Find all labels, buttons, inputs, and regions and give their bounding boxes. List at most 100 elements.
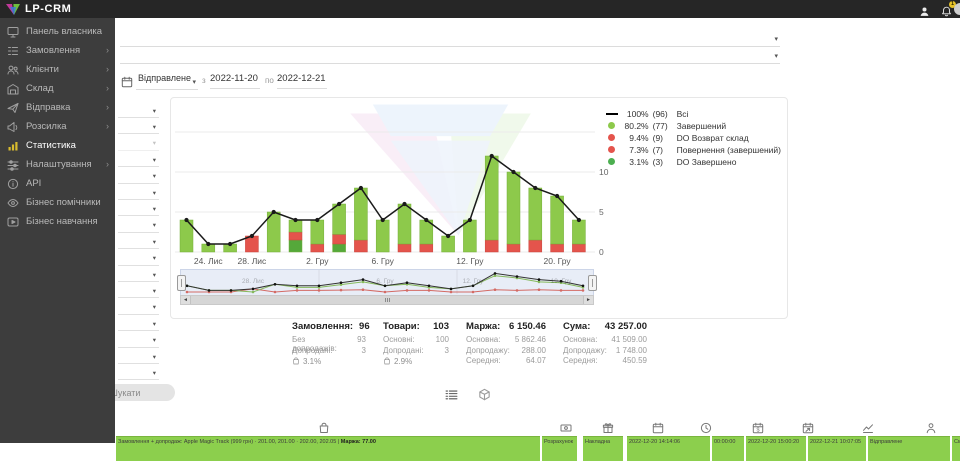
stat-title: Маржа:6 150.46	[466, 321, 546, 332]
table-cell[interactable]: Замовлення + допродаж: Apple Magic Track…	[116, 436, 540, 461]
navigator-left-handle[interactable]	[177, 275, 186, 291]
banknote-icon[interactable]	[560, 421, 572, 433]
date-type-select[interactable]: Відправлене ▾	[136, 73, 198, 90]
sidebar-item-settings[interactable]: Налаштування ›	[0, 155, 115, 174]
navigator-axis-label: 12. Гру	[463, 278, 484, 285]
chart-navigator[interactable]: 28. Лис6. Гру12. Гру19. Гру	[180, 269, 594, 296]
sidebar-item-warehouse[interactable]: Склад ›	[0, 79, 115, 98]
api-icon	[7, 178, 20, 190]
training-icon	[7, 216, 20, 228]
stat-row: Основні:100	[383, 335, 449, 346]
calendar-ship-icon[interactable]	[802, 421, 814, 433]
caret-down-icon: ▾	[153, 223, 156, 230]
calendar-icon[interactable]	[121, 76, 133, 88]
brand-label: LP-CRM	[25, 3, 71, 15]
filter-select-2[interactable]: ▾	[120, 47, 780, 64]
side-filter-select-8[interactable]: ▾	[118, 217, 159, 233]
dashboard-icon	[7, 26, 20, 38]
sidebar-item-mailing[interactable]: Розсилка ›	[0, 117, 115, 136]
legend-item[interactable]: 3.1% (3) DO Завершено	[605, 156, 781, 167]
table-cell[interactable]: Розрахунок	[542, 436, 577, 461]
table-cell[interactable]: 2022-12-20 15:00:20	[746, 436, 806, 461]
legend-item[interactable]: 9.4% (9) DO Возврат склад	[605, 132, 781, 143]
side-filter-select-12[interactable]: ▾	[118, 282, 159, 298]
bell-icon[interactable]: 1	[941, 4, 952, 15]
calendar-paid-icon[interactable]: $	[752, 421, 764, 433]
side-filter-select-9[interactable]: ▾	[118, 233, 159, 249]
cube-view-icon[interactable]	[478, 388, 491, 401]
sidebar-item-orders[interactable]: Замовлення ›	[0, 41, 115, 60]
shipping-icon	[7, 102, 20, 114]
clock-icon[interactable]	[700, 421, 712, 433]
sidebar-item-api[interactable]: API	[0, 174, 115, 193]
brand[interactable]: LP-CRM	[0, 3, 71, 16]
table-cell[interactable]: Накладна	[583, 436, 623, 461]
stat-row: Допродажу:1 748.00	[563, 346, 647, 357]
row-margin-value: Маржа: 77.00	[341, 439, 376, 445]
caret-down-icon: ▾	[153, 125, 156, 132]
avatar[interactable]	[954, 3, 960, 15]
navigator-right-handle[interactable]	[588, 275, 597, 291]
sidebar-item-label: Склад	[26, 83, 54, 94]
bag-icon[interactable]	[318, 421, 330, 433]
table-cell[interactable]: 2022-12-21 10:07:05	[808, 436, 866, 461]
navigator-axis-label: 28. Лис	[242, 278, 264, 285]
table-cell[interactable]: Відправлене	[868, 436, 950, 461]
side-filter-select-14[interactable]: ▾	[118, 315, 159, 331]
chart-scrollbar[interactable]: ◄ ►	[180, 295, 594, 305]
calendar-icon[interactable]	[652, 421, 664, 433]
scrollbar-thumb[interactable]	[190, 296, 584, 304]
table-header-icons: $	[115, 421, 960, 436]
side-filter-select-10[interactable]: ▾	[118, 250, 159, 266]
orders-chart[interactable]: 051024. Лис28. Лис2. Гру6. Гру12. Гру20.…	[175, 102, 617, 270]
table-row[interactable]: Замовлення + допродаж: Apple Magic Track…	[115, 436, 960, 461]
view-toggles	[445, 388, 491, 401]
side-filter-select-17[interactable]: ▾	[118, 364, 159, 380]
table-cell[interactable]: Смс	[952, 436, 960, 461]
svg-text:2. Гру: 2. Гру	[306, 256, 329, 266]
sidebar-item-label: Відправка	[26, 102, 70, 113]
topbar-actions: 1	[919, 4, 960, 15]
legend-item[interactable]: 100% (96) Всі	[605, 108, 781, 119]
date-from-input[interactable]: 2022-11-20	[210, 73, 260, 89]
sidebar-item-dashboard[interactable]: Панель власника	[0, 22, 115, 41]
side-filter-select-5[interactable]: ▾	[118, 168, 159, 184]
side-filter-select-2[interactable]: ▾	[118, 118, 159, 134]
legend-item[interactable]: 80.2% (77) Завершений	[605, 120, 781, 131]
chevron-right-icon: ›	[106, 65, 109, 74]
sidebar: Панель власника Замовлення › Клієнти › С…	[0, 18, 115, 443]
sidebar-item-stats[interactable]: Статистика	[0, 136, 115, 155]
person-icon[interactable]	[925, 421, 937, 433]
side-filter-select-11[interactable]: ▾	[118, 266, 159, 282]
side-filter-select-7[interactable]: ▾	[118, 200, 159, 216]
date-to-input[interactable]: 2022-12-21	[277, 73, 327, 89]
legend-count: (7)	[653, 145, 675, 155]
chart-icon[interactable]	[862, 421, 874, 433]
side-filter-select-16[interactable]: ▾	[118, 348, 159, 364]
side-filter-select-13[interactable]: ▾	[118, 299, 159, 315]
filter-select-1[interactable]: ▾	[120, 30, 780, 47]
side-filter-select-6[interactable]: ▾	[118, 184, 159, 200]
sidebar-item-shipping[interactable]: Відправка ›	[0, 98, 115, 117]
bag-icon	[383, 357, 391, 366]
side-filter-select-3[interactable]: ▾	[118, 135, 159, 151]
gift-icon[interactable]	[602, 421, 614, 433]
sidebar-item-clients[interactable]: Клієнти ›	[0, 60, 115, 79]
legend-item[interactable]: 7.3% (7) Повернення (завершений)	[605, 144, 781, 155]
side-filter-select-4[interactable]: ▾	[118, 151, 159, 167]
sidebar-item-training[interactable]: Бізнес навчання	[0, 212, 115, 231]
sidebar-item-label: Панель власника	[26, 26, 102, 37]
svg-text:24. Лис: 24. Лис	[194, 256, 224, 266]
list-view-icon[interactable]	[445, 388, 458, 401]
table-cell[interactable]: 00:00:00	[712, 436, 744, 461]
scroll-left-icon[interactable]: ◄	[181, 296, 190, 304]
table-cell[interactable]: 2022-12-20 14:14:06	[627, 436, 710, 461]
side-filter-select-15[interactable]: ▾	[118, 332, 159, 348]
stat-row: Середня:64.07	[466, 356, 546, 367]
person-icon[interactable]	[919, 4, 930, 15]
caret-down-icon: ▾	[153, 322, 156, 329]
sidebar-item-helpers[interactable]: Бізнес помічники	[0, 193, 115, 212]
scroll-right-icon[interactable]: ►	[584, 296, 593, 304]
svg-text:6. Гру: 6. Гру	[371, 256, 394, 266]
side-filter-select-1[interactable]: ▾	[118, 102, 159, 118]
